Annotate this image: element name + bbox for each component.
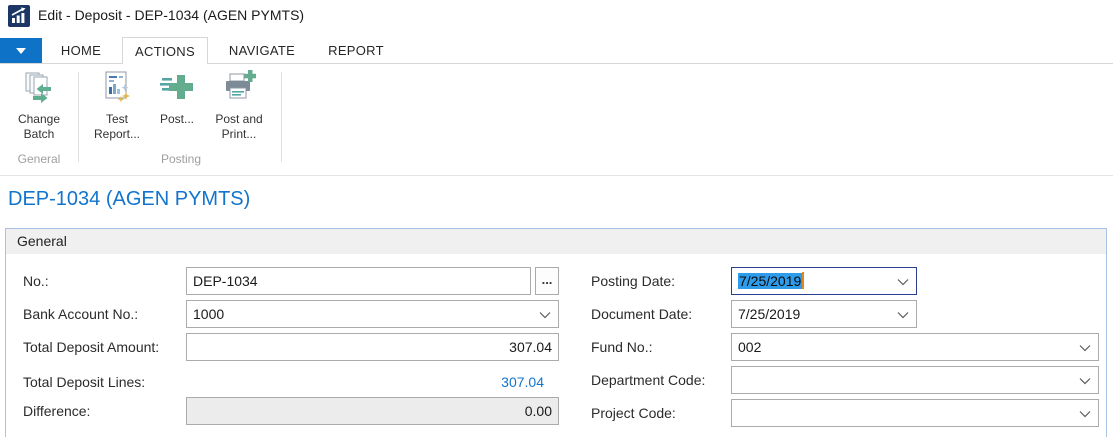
document-date-label: Document Date: — [591, 300, 692, 328]
post-and-print-icon — [222, 70, 256, 104]
chevron-down-icon[interactable] — [897, 311, 909, 319]
chevron-down-icon[interactable] — [1079, 410, 1091, 418]
department-code-label: Department Code: — [591, 366, 705, 394]
ribbon-group-general: General — [2, 152, 76, 166]
test-report-icon — [100, 70, 134, 104]
fund-no-label: Fund No.: — [591, 333, 652, 361]
fund-no-combobox[interactable]: 002 — [731, 333, 1099, 361]
tab-home[interactable]: HOME — [50, 38, 112, 64]
posting-date-value: 7/25/2019 — [738, 273, 802, 289]
ribbon-group-separator — [281, 72, 282, 162]
total-deposit-amount-value: 307.04 — [509, 339, 552, 355]
department-code-combobox[interactable] — [731, 366, 1099, 394]
document-date-combobox[interactable]: 7/25/2019 — [731, 300, 917, 328]
general-fasttab-header[interactable]: General — [6, 229, 1106, 254]
text-caret — [802, 272, 804, 289]
total-deposit-lines-link[interactable]: 307.04 — [186, 368, 544, 396]
change-batch-label: Change Batch — [8, 112, 70, 142]
no-label: No.: — [23, 267, 49, 295]
difference-label: Difference: — [23, 397, 90, 425]
project-code-combobox[interactable] — [731, 399, 1099, 427]
no-value: DEP-1034 — [193, 273, 258, 289]
posting-date-label: Posting Date: — [591, 267, 675, 295]
project-code-label: Project Code: — [591, 399, 676, 427]
total-deposit-lines-label: Total Deposit Lines: — [23, 368, 145, 396]
chevron-down-icon[interactable] — [539, 311, 551, 319]
tab-actions[interactable]: ACTIONS — [122, 37, 208, 64]
difference-input[interactable]: 0.00 — [186, 397, 559, 425]
post-label: Post... — [150, 112, 204, 127]
ribbon-divider — [0, 175, 1113, 176]
fund-no-value: 002 — [738, 339, 761, 355]
post-and-print-label: Post and Print... — [206, 112, 272, 142]
total-deposit-amount-input[interactable]: 307.04 — [186, 333, 559, 361]
window-title: Edit - Deposit - DEP-1034 (AGEN PYMTS) — [38, 0, 304, 31]
total-deposit-amount-label: Total Deposit Amount: — [23, 333, 159, 361]
page-title: DEP-1034 (AGEN PYMTS) — [8, 188, 250, 211]
chevron-down-icon[interactable] — [897, 278, 909, 286]
tab-navigate[interactable]: NAVIGATE — [218, 38, 306, 64]
change-batch-icon — [22, 70, 56, 104]
posting-date-combobox[interactable]: 7/25/2019 — [731, 267, 917, 295]
general-fasttab: General No.: DEP-1034 ... Bank Account N… — [5, 228, 1107, 437]
post-and-print-button[interactable]: Post and Print... — [206, 70, 272, 142]
ribbon-group-separator — [78, 72, 79, 162]
tab-report[interactable]: REPORT — [320, 38, 392, 64]
ribbon-group-posting: Posting — [86, 152, 276, 166]
bank-account-no-value: 1000 — [193, 306, 224, 322]
no-assist-edit-button[interactable]: ... — [535, 267, 559, 295]
deposit-edit-window: Edit - Deposit - DEP-1034 (AGEN PYMTS) H… — [0, 0, 1113, 437]
test-report-button[interactable]: Test Report... — [86, 70, 148, 142]
no-input[interactable]: DEP-1034 — [186, 267, 531, 295]
bank-account-no-combobox[interactable]: 1000 — [186, 300, 559, 328]
test-report-label: Test Report... — [86, 112, 148, 142]
chevron-down-icon[interactable] — [1079, 377, 1091, 385]
post-icon — [160, 70, 194, 104]
window-titlebar: Edit - Deposit - DEP-1034 (AGEN PYMTS) — [0, 0, 1113, 32]
change-batch-button[interactable]: Change Batch — [8, 70, 70, 142]
post-button[interactable]: Post... — [150, 70, 204, 127]
difference-value: 0.00 — [525, 403, 552, 419]
app-bar-chart-icon — [8, 5, 30, 27]
bank-account-no-label: Bank Account No.: — [23, 300, 138, 328]
chevron-down-icon[interactable] — [1079, 344, 1091, 352]
ribbon: Change Batch Test Report... — [0, 64, 1113, 175]
dropdown-triangle-icon — [16, 48, 26, 54]
application-menu-button[interactable] — [0, 38, 42, 64]
document-date-value: 7/25/2019 — [738, 306, 800, 322]
